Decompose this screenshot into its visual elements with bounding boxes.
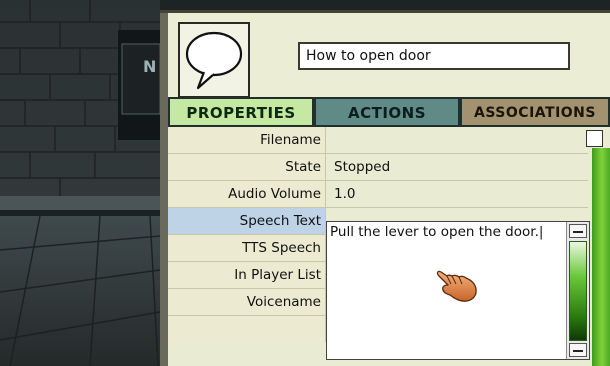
tab-bar: PROPERTIES ACTIONS ASSOCIATIONS bbox=[168, 97, 610, 127]
property-row-filename[interactable]: Filename bbox=[168, 127, 588, 154]
property-value[interactable] bbox=[328, 127, 588, 153]
property-label: In Player List bbox=[168, 262, 326, 288]
tab-associations[interactable]: ASSOCIATIONS bbox=[460, 97, 610, 127]
dungeon-scene: N bbox=[0, 0, 160, 366]
speech-text-value[interactable]: Pull the lever to open the door.| bbox=[330, 222, 562, 242]
scroll-down-button[interactable] bbox=[569, 343, 587, 357]
property-grid-scrollbar[interactable] bbox=[592, 148, 610, 366]
tab-properties[interactable]: PROPERTIES bbox=[168, 97, 314, 127]
property-value[interactable]: Stopped bbox=[328, 154, 588, 180]
property-label-empty bbox=[168, 316, 326, 342]
property-label: Filename bbox=[168, 127, 326, 153]
scroll-up-button[interactable] bbox=[569, 224, 587, 238]
property-label: Audio Volume bbox=[168, 181, 326, 207]
tab-actions[interactable]: ACTIONS bbox=[314, 97, 460, 127]
game-viewport[interactable]: N bbox=[0, 0, 160, 366]
object-name-input[interactable]: How to open door bbox=[298, 42, 570, 70]
property-value[interactable]: 1.0 bbox=[328, 181, 588, 207]
property-label: Speech Text bbox=[168, 208, 326, 234]
scene-sign-letter: N bbox=[143, 57, 156, 76]
scroll-thumb[interactable] bbox=[569, 241, 587, 341]
property-label: Voicename bbox=[168, 289, 326, 315]
object-header: How to open door bbox=[168, 13, 610, 102]
property-row-audio-volume[interactable]: Audio Volume 1.0 bbox=[168, 181, 588, 208]
property-label: State bbox=[168, 154, 326, 180]
speech-text-scrollbar[interactable] bbox=[566, 222, 589, 359]
property-label: TTS Speech bbox=[168, 235, 326, 261]
filename-checkbox[interactable] bbox=[586, 130, 603, 147]
property-row-state[interactable]: State Stopped bbox=[168, 154, 588, 181]
hand-pointer-icon bbox=[435, 266, 479, 306]
panel-left-border bbox=[160, 10, 168, 366]
speech-bubble-icon[interactable] bbox=[178, 22, 250, 98]
